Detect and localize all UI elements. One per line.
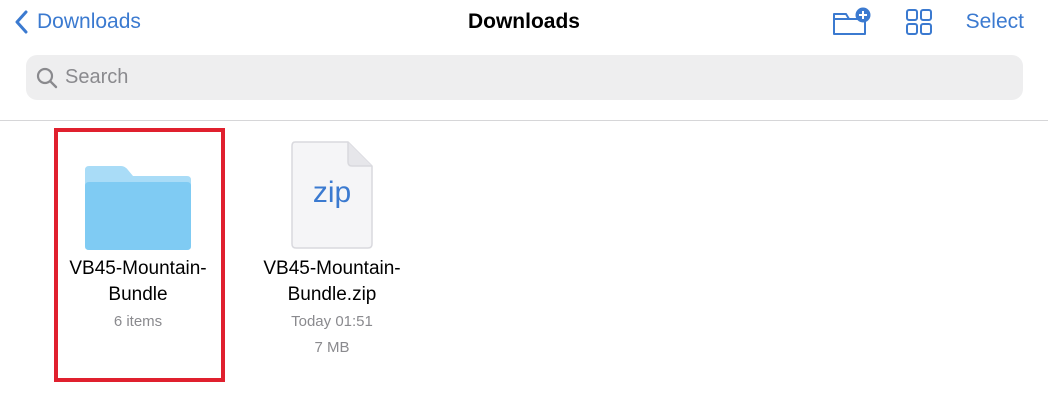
folder-name-line2: Bundle bbox=[108, 284, 168, 305]
folder-item-count: 6 items bbox=[113, 313, 163, 330]
zip-thumbnail: zip bbox=[249, 130, 415, 250]
search-input[interactable] bbox=[65, 62, 1005, 93]
navigation-bar: Downloads Downloads Select bbox=[0, 0, 1048, 44]
folder-badge-plus-icon bbox=[832, 7, 871, 35]
folder-name: VB45-Mountain- Bundle bbox=[55, 256, 221, 308]
zip-file-name-line2: Bundle.zip bbox=[287, 284, 377, 305]
zip-icon-label: zip bbox=[313, 176, 351, 209]
grid-icon bbox=[905, 9, 932, 35]
folder-name-line1: VB45-Mountain- bbox=[69, 258, 207, 279]
zip-file-name-line1: VB45-Mountain- bbox=[263, 258, 401, 279]
select-button[interactable]: Select bbox=[966, 7, 1024, 37]
folder-icon bbox=[85, 166, 191, 250]
divider bbox=[0, 120, 1048, 121]
zip-file-item[interactable]: zip VB45-Mountain- Bundle.zip Today 01:5… bbox=[249, 130, 415, 361]
new-folder-button[interactable] bbox=[832, 5, 872, 39]
zip-file-name: VB45-Mountain- Bundle.zip bbox=[249, 256, 415, 308]
folder-thumbnail bbox=[55, 130, 221, 250]
zip-file-icon: zip bbox=[291, 141, 373, 249]
magnifying-glass-icon bbox=[36, 67, 58, 88]
zip-file-date: Today 01:51 bbox=[291, 313, 373, 330]
zip-file-size: 7 MB bbox=[314, 339, 350, 356]
view-toggle-button[interactable] bbox=[904, 5, 934, 39]
nav-actions: Select bbox=[832, 5, 1024, 39]
folder-item[interactable]: VB45-Mountain- Bundle 6 items bbox=[55, 130, 221, 335]
search-bar[interactable] bbox=[26, 55, 1023, 100]
